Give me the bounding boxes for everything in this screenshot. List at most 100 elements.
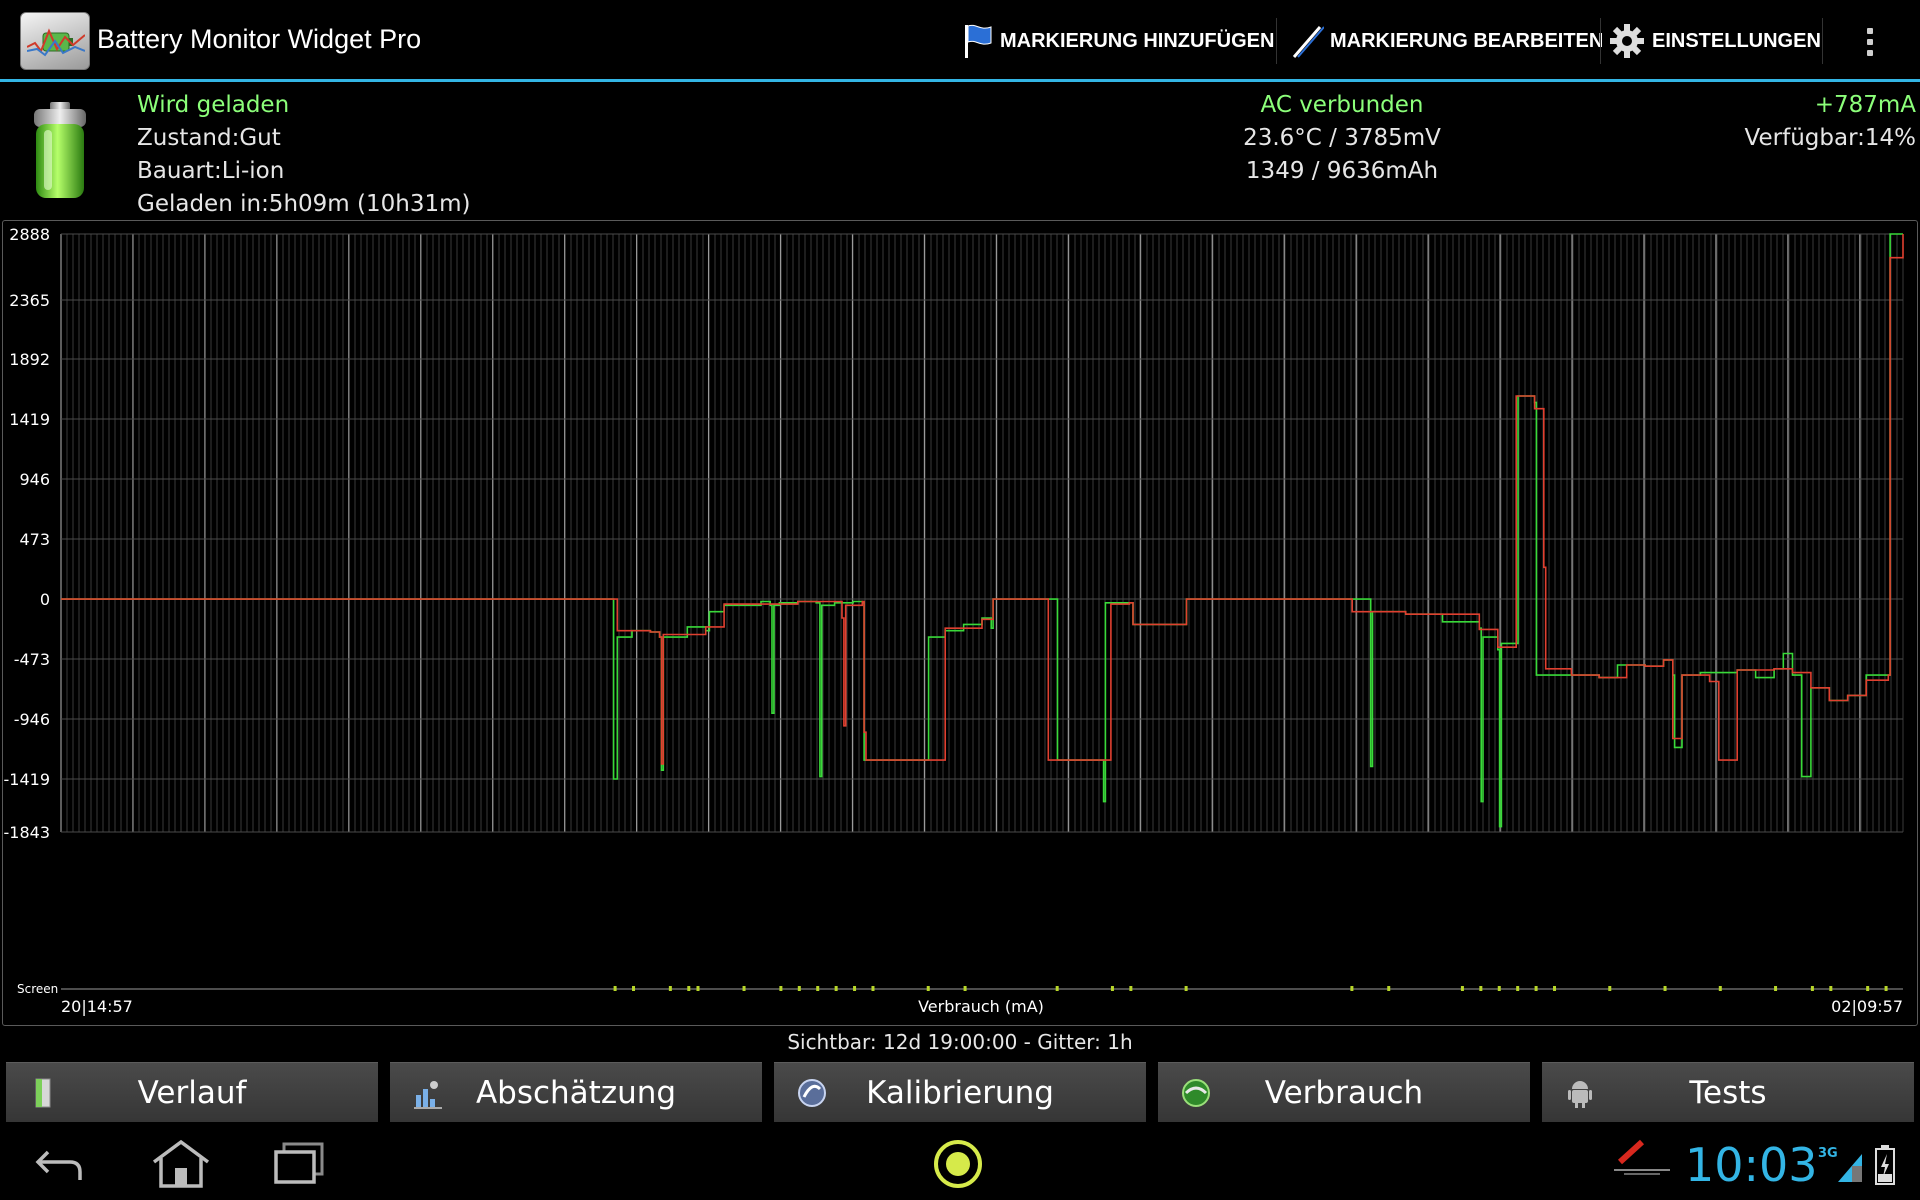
action-bar: Battery Monitor Widget Pro MARKIERUNG HI… [0,0,1920,82]
charging-state: Wird geladen [137,92,290,118]
screen-on-mark [1663,986,1667,991]
home-icon[interactable] [150,1138,212,1190]
y-tick-label: -1843 [4,823,51,842]
y-tick-label: -946 [14,710,50,729]
power-source: AC verbunden [1260,92,1424,118]
temperature-voltage: 23.6°C / 3785mV [1243,125,1441,151]
x-start-label: 20|14:57 [61,997,133,1016]
current-value: +787mA [1814,92,1916,118]
screen-on-mark [871,986,875,991]
screen-on-mark [1810,986,1814,991]
gear-icon [1610,24,1644,58]
pencil-icon [1292,26,1324,58]
consumption-globe-icon [1182,1079,1210,1107]
signal-icon [1838,1154,1862,1182]
tab-consumption[interactable]: Verbrauch [1158,1062,1530,1122]
recent-apps-icon[interactable] [272,1142,326,1186]
y-tick-label: 946 [19,470,50,489]
screen-on-mark [1866,986,1870,991]
screen-on-mark [742,986,746,991]
tab-calibration[interactable]: Kalibrierung [774,1062,1146,1122]
y-tick-label: 2888 [9,225,50,244]
gauge-icon [798,1079,826,1107]
tab-estimate[interactable]: Abschätzung [390,1062,762,1122]
edit-marker-label: MARKIERUNG BEARBEITEN [1330,29,1604,52]
app-title: Battery Monitor Widget Pro [97,24,422,54]
screen-on-mark [1387,986,1391,991]
capacity: 1349 / 9636mAh [1245,158,1439,184]
x-end-label: 02|09:57 [1831,997,1903,1016]
screen-on-mark [1460,986,1464,991]
screen-on-mark [963,986,967,991]
screen-on-mark [1829,986,1833,991]
screen-label: Screen [17,982,58,996]
screen-on-mark [1884,986,1888,991]
add-marker-label: MARKIERUNG HINZUFÜGEN [1000,29,1275,52]
screen-on-mark [816,986,820,991]
battery-icon [34,102,86,198]
screen-on-mark [1774,986,1778,991]
y-tick-label: -473 [14,650,50,669]
chart-canvas: 2888 2365 1892 1419 946 473 0 -473 -946 -1419 -184… [4,225,1904,1016]
overflow-menu-button[interactable] [1855,22,1885,62]
screen-on-mark [1608,986,1612,991]
y-tick-label: -1419 [4,770,51,789]
edit-marker-button[interactable]: MARKIERUNG BEARBEITEN [1290,18,1603,64]
screen-on-mark [1479,986,1483,991]
add-marker-button[interactable]: MARKIERUNG HINZUFÜGEN [962,18,1274,64]
screen-on-mark [1718,986,1722,991]
screen-on-mark [926,986,930,991]
screen-on-mark [1553,986,1557,991]
available-percent: Verfügbar:14% [1744,125,1916,151]
settings-button[interactable]: EINSTELLUNGEN [1608,18,1821,64]
battery-type: Bauart:Li-ion [137,158,285,184]
battery-charging-icon [1875,1145,1895,1185]
pen-notification-icon[interactable] [1612,1138,1672,1178]
settings-label: EINSTELLUNGEN [1652,29,1821,52]
screen-on-mark [1516,986,1520,991]
overflow-dot [1867,39,1873,45]
action-divider [1600,18,1601,64]
screen-on-mark [779,986,783,991]
launcher-circle-icon[interactable] [932,1138,984,1190]
screen-on-mark [1497,986,1501,991]
battery-graph-icon [27,28,85,57]
chart-person-icon [414,1081,442,1109]
y-axis: 2888 2365 1892 1419 946 473 0 -473 -946 -1419 -184… [4,225,1903,842]
overflow-dot [1867,50,1873,56]
action-divider [1276,18,1277,64]
screen-on-mark [668,986,672,991]
screen-on-mark [1534,986,1538,991]
consumption-chart[interactable]: 2888 2365 1892 1419 946 473 0 -473 -946 -1419 -184… [2,220,1918,1026]
back-icon[interactable] [34,1142,86,1186]
screen-on-mark [797,986,801,991]
app-icon[interactable] [20,12,90,70]
screen-on-mark [613,986,617,991]
screen-on-mark [1350,986,1354,991]
screen-on-mark [1110,986,1114,991]
y-tick-label: 1419 [9,410,50,429]
door-icon [35,1078,51,1108]
tab-history[interactable]: Verlauf [6,1062,378,1122]
y-tick-label: 2365 [9,291,50,310]
action-divider [1822,18,1823,64]
screen-on-mark [1055,986,1059,991]
y-axis-title: Verbrauch (mA) [918,997,1044,1016]
overflow-dot [1867,28,1873,34]
screen-on-mark [1184,986,1188,991]
y-tick-label: 473 [19,530,50,549]
tab-tests[interactable]: Tests [1542,1062,1914,1122]
screen-on-mark [687,986,691,991]
screen-on-mark [632,986,636,991]
screen-on-mark [834,986,838,991]
y-tick-label: 0 [40,590,50,609]
screen-on-mark [696,986,700,991]
flag-icon [965,24,992,58]
charge-time: Geladen in:5h09m (10h31m) [137,191,471,217]
visible-range-info: Sichtbar: 12d 19:00:00 - Gitter: 1h [787,1030,1133,1054]
android-icon [1568,1081,1592,1108]
screen-on-mark [853,986,857,991]
battery-condition: Zustand:Gut [137,125,281,151]
network-type-label: 3G [1818,1146,1838,1161]
status-clock[interactable]: 10:03 [1685,1138,1818,1192]
